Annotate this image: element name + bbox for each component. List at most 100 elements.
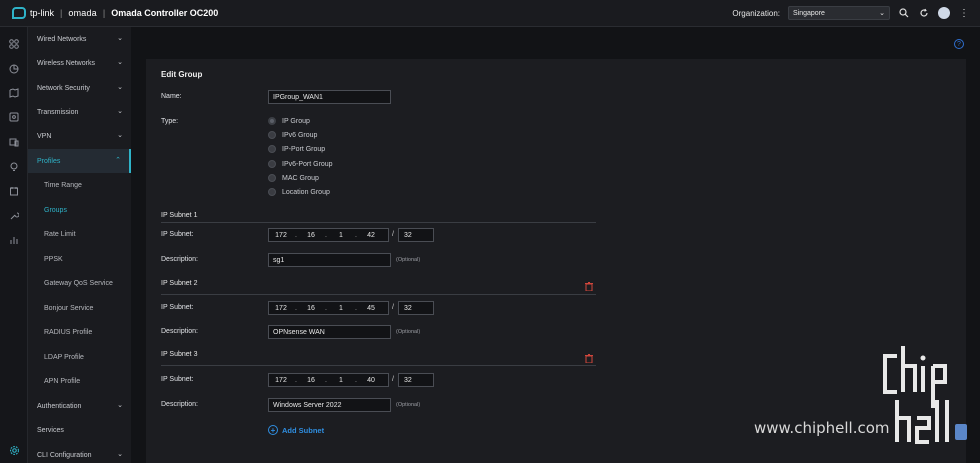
edit-group-panel: Edit Group Name: IPGroup_WAN1 Type: IP G… bbox=[146, 59, 966, 463]
delete-subnet-2-trash-icon[interactable] bbox=[584, 281, 593, 291]
subnet-2-description-label: Description: bbox=[161, 328, 198, 335]
radio-icon bbox=[268, 174, 276, 182]
name-label: Name: bbox=[161, 93, 182, 100]
brand-tplink: tp-link bbox=[30, 8, 55, 18]
sidebar-item-time-range[interactable]: Time Range bbox=[28, 173, 131, 197]
subnet-2-description-input[interactable]: OPNsense WAN bbox=[268, 325, 391, 339]
subnet-2-heading: IP Subnet 2 bbox=[161, 280, 198, 287]
type-option-ip-port-group[interactable]: IP-Port Group bbox=[268, 145, 325, 153]
settings-gear-icon[interactable] bbox=[8, 444, 20, 456]
chevron-down-icon: ⌄ bbox=[117, 451, 123, 458]
subnet-3-ip-input[interactable]: 172. 16. 1. 40 bbox=[268, 373, 389, 387]
sidebar-item-ldap-profile[interactable]: LDAP Profile bbox=[28, 345, 131, 369]
optional-hint: (Optional) bbox=[396, 329, 421, 335]
subnet-3-heading: IP Subnet 3 bbox=[161, 351, 198, 358]
plus-circle-icon: + bbox=[268, 425, 278, 435]
organization-select[interactable]: Singapore ⌄ bbox=[788, 6, 890, 20]
product-name: Omada Controller OC200 bbox=[111, 8, 219, 18]
sidebar-item-authentication[interactable]: Authentication ⌄ bbox=[28, 394, 131, 418]
reports-icon[interactable] bbox=[8, 234, 20, 246]
organization-value: Singapore bbox=[793, 9, 825, 17]
sidebar-item-radius-profile[interactable]: RADIUS Profile bbox=[28, 320, 131, 344]
chevron-down-icon: ⌄ bbox=[117, 84, 123, 91]
subnet-1-ip-label: IP Subnet: bbox=[161, 231, 194, 238]
chevron-down-icon: ⌄ bbox=[879, 10, 885, 17]
optional-hint: (Optional) bbox=[396, 402, 421, 408]
chevron-down-icon: ⌄ bbox=[117, 35, 123, 42]
subnet-2-ip-input[interactable]: 172. 16. 1. 45 bbox=[268, 301, 389, 315]
sidebar-item-cli-configuration[interactable]: CLI Configuration ⌄ bbox=[28, 443, 131, 463]
sidebar-item-services[interactable]: Services bbox=[28, 418, 131, 442]
sidebar-item-rate-limit[interactable]: Rate Limit bbox=[28, 222, 131, 246]
top-bar: tp-link | omada | Omada Controller OC200… bbox=[0, 0, 980, 27]
more-vertical-icon[interactable]: ⋮ bbox=[958, 7, 970, 19]
dashboard-icon[interactable] bbox=[8, 38, 20, 50]
sidebar-item-wireless-networks[interactable]: Wireless Networks ⌄ bbox=[28, 51, 131, 75]
panel-title: Edit Group bbox=[161, 70, 203, 79]
type-option-ipv6-group[interactable]: IPv6 Group bbox=[268, 131, 317, 139]
subnet-2-mask-input[interactable]: 32 bbox=[398, 301, 434, 315]
delete-subnet-3-trash-icon[interactable] bbox=[584, 353, 593, 363]
main-content: ? Edit Group Name: IPGroup_WAN1 Type: IP… bbox=[131, 27, 980, 463]
sidebar-menu: Wired Networks ⌄ Wireless Networks ⌄ Net… bbox=[28, 27, 131, 463]
radio-icon bbox=[268, 131, 276, 139]
subnet-1-heading: IP Subnet 1 bbox=[161, 212, 198, 219]
watermark-text: www.chiphell.com bbox=[754, 419, 890, 437]
sidebar-item-bonjour-service[interactable]: Bonjour Service bbox=[28, 296, 131, 320]
subnet-1-ip-input[interactable]: 172. 16. 1. 42 bbox=[268, 228, 389, 242]
radio-icon bbox=[268, 188, 276, 196]
subnet-3-ip-label: IP Subnet: bbox=[161, 376, 194, 383]
radio-checked-icon bbox=[268, 117, 276, 125]
chevron-down-icon: ⌄ bbox=[117, 402, 123, 409]
brand-omada: omada bbox=[68, 8, 97, 18]
type-option-ipv6-port-group[interactable]: IPv6-Port Group bbox=[268, 160, 333, 168]
refresh-icon[interactable] bbox=[918, 7, 930, 19]
name-input[interactable]: IPGroup_WAN1 bbox=[268, 90, 391, 104]
sidebar-item-ppsk[interactable]: PPSK bbox=[28, 247, 131, 271]
tools-icon[interactable] bbox=[8, 209, 20, 221]
sidebar-item-network-security[interactable]: Network Security ⌄ bbox=[28, 76, 131, 100]
statistics-icon[interactable] bbox=[8, 63, 20, 75]
divider bbox=[161, 222, 596, 223]
sidebar-item-apn-profile[interactable]: APN Profile bbox=[28, 369, 131, 393]
sidebar-item-wired-networks[interactable]: Wired Networks ⌄ bbox=[28, 27, 131, 51]
sidebar-item-transmission[interactable]: Transmission ⌄ bbox=[28, 100, 131, 124]
optional-hint: (Optional) bbox=[396, 257, 421, 263]
help-icon[interactable]: ? bbox=[954, 39, 964, 49]
subnet-2-ip-label: IP Subnet: bbox=[161, 304, 194, 311]
sidebar-item-groups[interactable]: Groups bbox=[28, 198, 131, 222]
insights-icon[interactable] bbox=[8, 161, 20, 173]
subnet-3-description-label: Description: bbox=[161, 401, 198, 408]
add-subnet-button[interactable]: + Add Subnet bbox=[268, 425, 324, 435]
subnet-1-mask-input[interactable]: 32 bbox=[398, 228, 434, 242]
type-label: Type: bbox=[161, 118, 179, 125]
type-option-ip-group[interactable]: IP Group bbox=[268, 117, 310, 125]
devices-icon[interactable] bbox=[8, 111, 20, 123]
chevron-down-icon: ⌄ bbox=[117, 59, 123, 66]
sidebar-item-vpn[interactable]: VPN ⌄ bbox=[28, 124, 131, 148]
sidebar-item-profiles[interactable]: Profiles ⌃ bbox=[28, 149, 131, 173]
avatar[interactable] bbox=[938, 7, 950, 19]
subnet-3-mask-input[interactable]: 32 bbox=[398, 373, 434, 387]
type-option-mac-group[interactable]: MAC Group bbox=[268, 174, 319, 182]
search-icon[interactable] bbox=[898, 7, 910, 19]
subnet-3-description-input[interactable]: Windows Server 2022 bbox=[268, 398, 391, 412]
radio-icon bbox=[268, 160, 276, 168]
radio-icon bbox=[268, 145, 276, 153]
subnet-1-description-input[interactable]: sg1 bbox=[268, 253, 391, 267]
divider bbox=[161, 365, 596, 366]
sidebar-item-gateway-qos-service[interactable]: Gateway QoS Service bbox=[28, 271, 131, 295]
organization-label: Organization: bbox=[732, 8, 780, 18]
type-option-location-group[interactable]: Location Group bbox=[268, 188, 330, 196]
tplink-logo-icon bbox=[10, 6, 26, 20]
map-icon[interactable] bbox=[8, 87, 20, 99]
chevron-down-icon: ⌄ bbox=[117, 108, 123, 115]
chevron-down-icon: ⌄ bbox=[117, 132, 123, 139]
logs-icon[interactable] bbox=[8, 185, 20, 197]
brand: tp-link | omada | Omada Controller OC200 bbox=[0, 6, 218, 20]
divider bbox=[161, 294, 596, 295]
icon-rail bbox=[0, 27, 28, 463]
chiphell-logo-icon bbox=[883, 346, 967, 444]
subnet-1-description-label: Description: bbox=[161, 256, 198, 263]
clients-icon[interactable] bbox=[8, 136, 20, 148]
